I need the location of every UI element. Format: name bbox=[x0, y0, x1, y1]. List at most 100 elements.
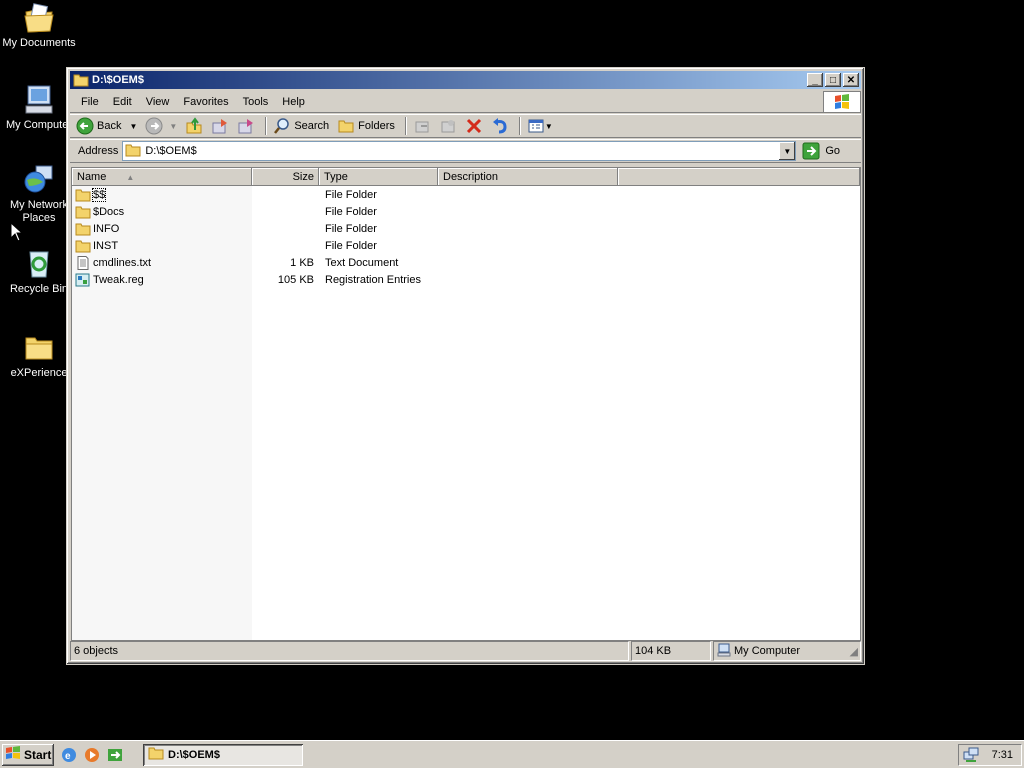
forward-arrow-icon bbox=[145, 117, 163, 135]
file-type: File Folder bbox=[325, 239, 377, 252]
menu-view[interactable]: View bbox=[139, 96, 177, 108]
forward-button[interactable]: ▼ bbox=[143, 115, 179, 137]
views-button[interactable]: ▼ bbox=[525, 115, 555, 137]
table-row[interactable]: $$ File Folder bbox=[72, 186, 672, 203]
folders-button[interactable]: Folders bbox=[335, 115, 397, 137]
my-computer-icon bbox=[22, 84, 56, 116]
chevron-down-icon[interactable]: ▼ bbox=[545, 122, 553, 131]
undo-button[interactable] bbox=[489, 115, 511, 137]
menu-edit[interactable]: Edit bbox=[106, 96, 139, 108]
taskbar: Start e D:\$OEM$ 7:31 bbox=[0, 740, 1024, 768]
column-header-type[interactable]: Type bbox=[319, 168, 438, 186]
delete-button[interactable] bbox=[463, 115, 485, 137]
back-label: Back bbox=[97, 120, 122, 132]
move-to-button[interactable] bbox=[209, 115, 231, 137]
minimize-button[interactable]: _ bbox=[807, 73, 823, 87]
folder-icon bbox=[125, 143, 141, 160]
back-arrow-icon bbox=[76, 117, 94, 135]
up-folder-button[interactable] bbox=[183, 115, 205, 137]
file-name-cell[interactable]: cmdlines.txt bbox=[75, 254, 151, 271]
go-button[interactable]: Go bbox=[802, 142, 840, 160]
search-button[interactable]: Search bbox=[271, 115, 331, 137]
table-row[interactable]: INFO File Folder bbox=[72, 220, 672, 237]
delete-x-icon bbox=[466, 118, 481, 134]
chevron-down-icon[interactable]: ▼ bbox=[169, 122, 177, 131]
column-header-size[interactable]: Size bbox=[252, 168, 319, 186]
file-name-cell[interactable]: Tweak.reg bbox=[75, 271, 144, 288]
back-button[interactable]: Back ▼ bbox=[74, 115, 139, 137]
file-size: 1 KB bbox=[290, 256, 314, 269]
folder-icon bbox=[75, 205, 91, 219]
chevron-down-icon[interactable]: ▼ bbox=[129, 122, 137, 131]
quick-launch: e bbox=[60, 746, 129, 764]
copy-to-folder-icon bbox=[441, 120, 455, 133]
status-size-text: 104 KB bbox=[635, 645, 672, 657]
views-icon bbox=[528, 119, 544, 133]
show-desktop-icon[interactable] bbox=[106, 746, 124, 764]
window-title: D:\$OEM$ bbox=[92, 74, 144, 86]
address-bar: Address D:\$OEM$ ▼ Go bbox=[70, 139, 861, 163]
address-value: D:\$OEM$ bbox=[145, 145, 197, 157]
go-label: Go bbox=[825, 145, 841, 157]
table-row[interactable]: Tweak.reg 105 KB Registration Entries bbox=[72, 271, 672, 288]
copy-to-button[interactable] bbox=[235, 115, 257, 137]
table-row[interactable]: cmdlines.txt 1 KB Text Document bbox=[72, 254, 672, 271]
file-type: File Folder bbox=[325, 222, 377, 235]
address-dropdown-button[interactable]: ▼ bbox=[779, 142, 796, 160]
clock[interactable]: 7:31 bbox=[992, 749, 1013, 761]
close-button[interactable]: ✕ bbox=[843, 73, 859, 87]
menu-help[interactable]: Help bbox=[275, 96, 312, 108]
network-tray-icon[interactable] bbox=[963, 746, 979, 765]
move-to-folder-button[interactable] bbox=[411, 115, 433, 137]
folder-icon bbox=[75, 222, 91, 236]
minimize-icon: _ bbox=[812, 74, 818, 86]
file-name-cell[interactable]: $$ bbox=[75, 186, 107, 203]
table-row[interactable]: $Docs File Folder bbox=[72, 203, 672, 220]
toolbar-separator bbox=[518, 117, 521, 135]
file-list[interactable]: Name ▲ Size Type Description $$ File Fol… bbox=[71, 167, 861, 641]
go-arrow-icon bbox=[802, 142, 820, 160]
column-header-label: Name bbox=[77, 171, 107, 183]
folders-icon bbox=[338, 120, 354, 133]
file-type: Registration Entries bbox=[325, 273, 421, 286]
my-computer-icon bbox=[717, 643, 731, 660]
copy-to-folder-button[interactable] bbox=[437, 115, 459, 137]
column-header-name[interactable]: Name ▲ bbox=[72, 168, 252, 186]
resize-grip-icon[interactable]: ◢ bbox=[850, 645, 858, 658]
taskbar-window-item[interactable]: D:\$OEM$ bbox=[143, 743, 303, 766]
file-name: cmdlines.txt bbox=[93, 256, 152, 269]
file-size bbox=[252, 237, 314, 254]
column-header-description[interactable]: Description bbox=[438, 168, 618, 186]
title-bar[interactable]: D:\$OEM$ _ □ ✕ bbox=[70, 71, 861, 89]
menu-tools[interactable]: Tools bbox=[236, 96, 276, 108]
file-name-cell[interactable]: INST bbox=[75, 237, 118, 254]
start-button[interactable]: Start bbox=[2, 744, 54, 766]
menu-favorites[interactable]: Favorites bbox=[176, 96, 235, 108]
desktop-icon-label: My Documents bbox=[2, 37, 76, 49]
folder-icon bbox=[73, 74, 89, 87]
folder-icon bbox=[75, 188, 91, 202]
status-location-text: My Computer bbox=[734, 645, 801, 657]
file-size bbox=[252, 186, 314, 203]
file-name-cell[interactable]: INFO bbox=[75, 220, 119, 237]
address-field[interactable]: D:\$OEM$ ▼ bbox=[122, 141, 797, 161]
file-type: File Folder bbox=[325, 188, 377, 201]
text-file-icon bbox=[75, 255, 91, 270]
toolbar-separator bbox=[404, 117, 407, 135]
start-label: Start bbox=[24, 747, 52, 762]
media-player-icon[interactable] bbox=[83, 746, 101, 764]
windows-logo-icon bbox=[823, 91, 861, 113]
file-name: INFO bbox=[93, 222, 120, 235]
menu-file[interactable]: File bbox=[74, 96, 106, 108]
status-objects-text: 6 objects bbox=[74, 645, 119, 657]
internet-explorer-icon[interactable]: e bbox=[60, 746, 78, 764]
table-row[interactable]: INST File Folder bbox=[72, 237, 672, 254]
file-size: 105 KB bbox=[277, 273, 314, 286]
file-name-cell[interactable]: $Docs bbox=[75, 203, 124, 220]
sort-ascending-icon: ▲ bbox=[126, 172, 135, 182]
taskbar-item-label: D:\$OEM$ bbox=[168, 748, 220, 761]
desktop-icon-my-documents[interactable]: My Documents bbox=[0, 2, 78, 50]
file-type: Text Document bbox=[325, 256, 399, 269]
search-icon bbox=[274, 118, 290, 134]
maximize-button[interactable]: □ bbox=[825, 73, 841, 87]
